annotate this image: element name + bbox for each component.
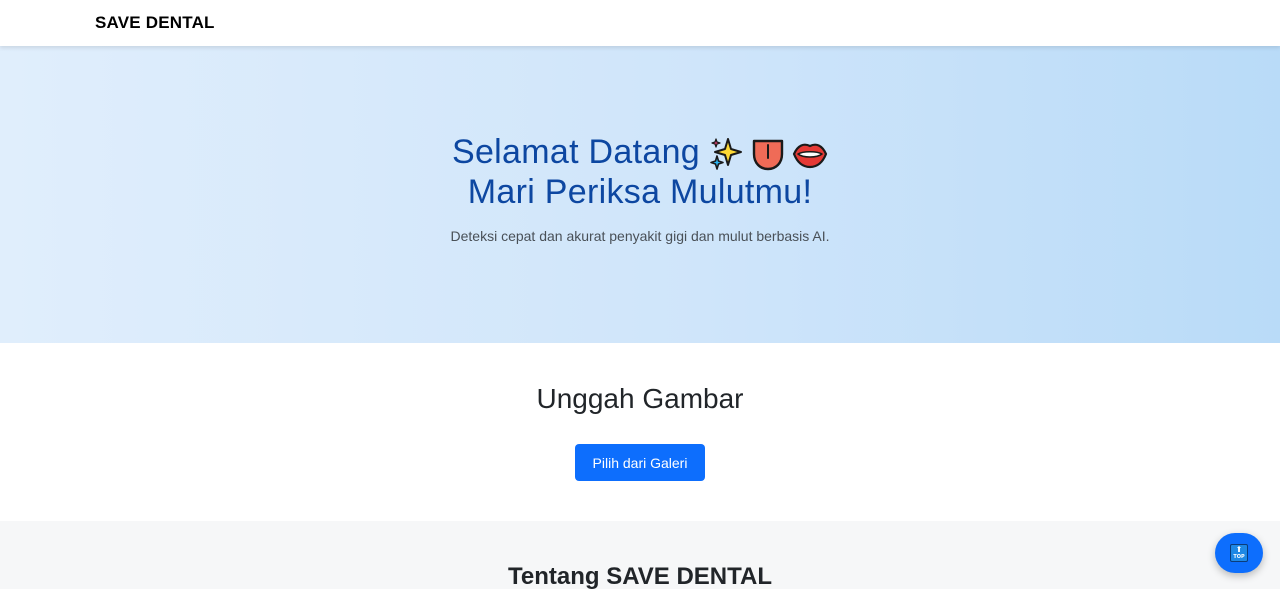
upload-title: Unggah Gambar [536, 383, 744, 414]
upload-section: Unggah Gambar Pilih dari Galeri [0, 343, 1280, 521]
about-title: Tentang SAVE DENTAL [508, 563, 772, 590]
top-label: TOP [1233, 554, 1245, 560]
hero-emoji-row [708, 136, 828, 172]
about-section: Tentang SAVE DENTAL [0, 521, 1280, 590]
arrow-up-icon: ⬆ TOP [1230, 544, 1248, 562]
choose-from-gallery-button[interactable]: Pilih dari Galeri [575, 444, 705, 481]
sparkles-icon [710, 138, 742, 170]
arrow-up-glyph: ⬆ [1235, 545, 1243, 554]
hero-title-line-1: Selamat Datang [0, 132, 1280, 172]
hero-title-line-2: Mari Periksa Mulutmu! [467, 173, 813, 212]
hero-title-text: Selamat Datang [451, 133, 700, 171]
scroll-to-top-button[interactable]: ⬆ TOP [1215, 533, 1263, 573]
hero-title: Selamat Datang Mari Periksa Mulutmu! [0, 132, 1280, 212]
brand-logo[interactable]: SAVE DENTAL [95, 13, 215, 33]
hero-subtitle: Deteksi cepat dan akurat penyakit gigi d… [450, 228, 830, 244]
hero-section: Selamat Datang Mari Periksa Mulutmu! Det… [0, 46, 1280, 343]
tongue-icon [752, 139, 784, 171]
navbar: SAVE DENTAL [0, 0, 1280, 46]
lips-icon [792, 143, 828, 169]
